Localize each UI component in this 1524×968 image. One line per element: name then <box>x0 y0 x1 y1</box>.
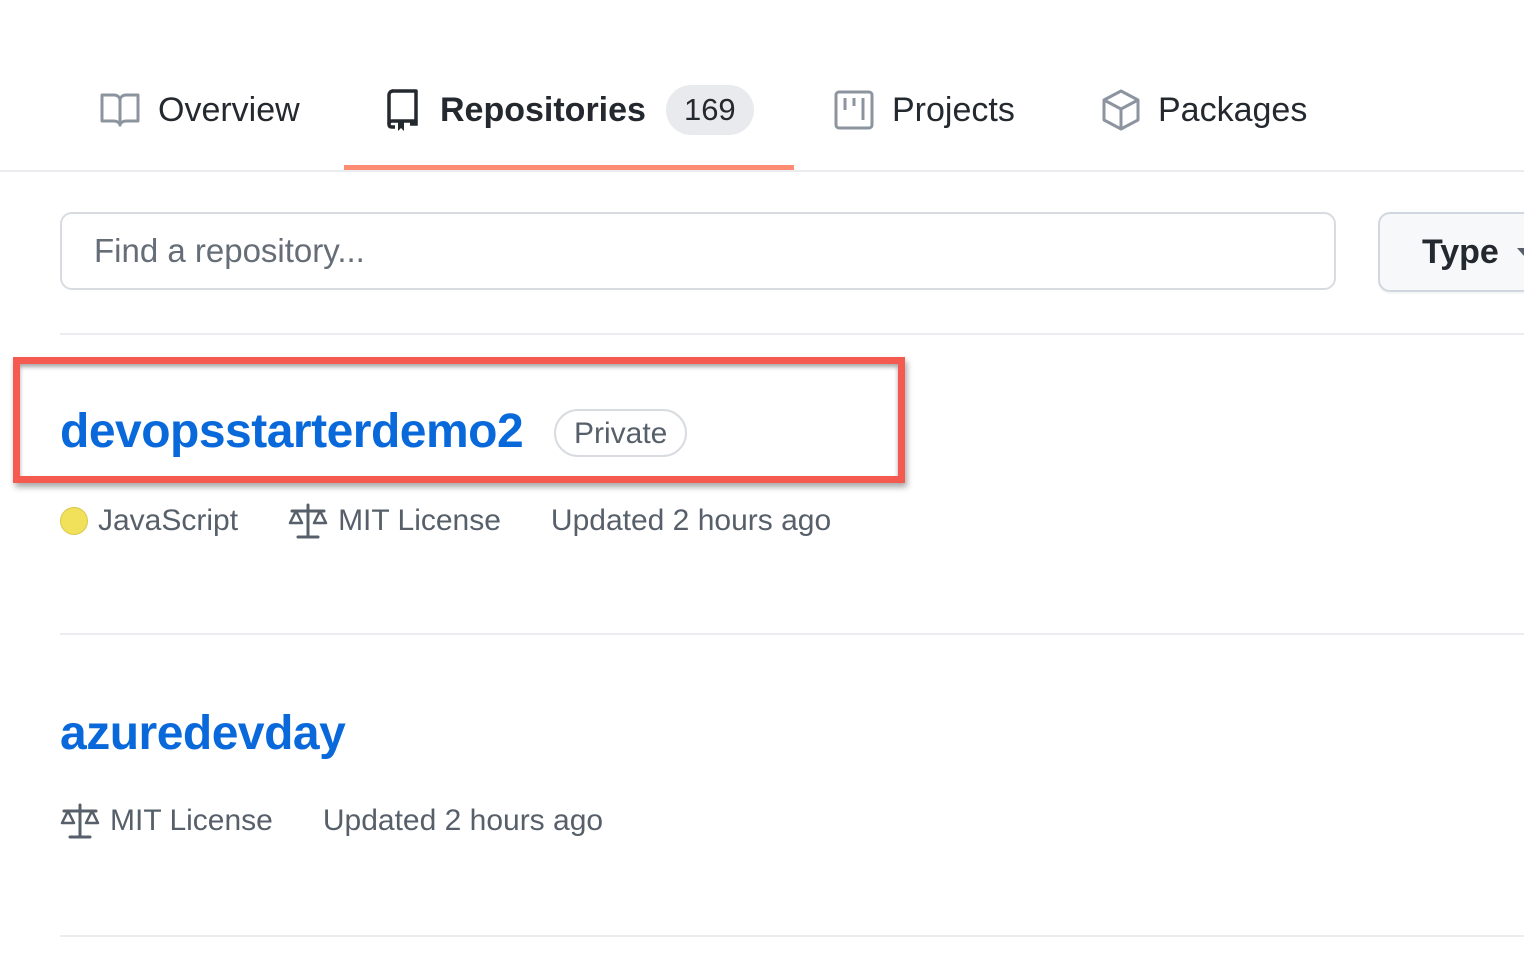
repo-name-link[interactable]: azuredevday <box>60 706 346 761</box>
tab-repositories-label: Repositories <box>440 90 646 129</box>
tab-repositories[interactable]: Repositories 169 <box>386 84 754 136</box>
license-label: MIT License <box>110 804 273 837</box>
project-icon <box>834 90 874 130</box>
tab-projects[interactable]: Projects <box>834 84 1015 136</box>
selected-tab-indicator <box>344 165 794 170</box>
tab-overview[interactable]: Overview <box>100 84 300 136</box>
repo-updated: Updated 2 hours ago <box>550 504 832 537</box>
repo-meta: JavaScript MIT License Updated 2 hours a… <box>60 503 881 539</box>
repositories-count-badge: 169 <box>665 85 754 135</box>
profile-tab-nav: Overview Repositories 169 Projects Packa… <box>0 0 1524 172</box>
repo-updated: Updated 2 hours ago <box>322 804 604 837</box>
tab-projects-label: Projects <box>892 90 1015 129</box>
repo-icon <box>387 89 418 131</box>
list-divider <box>60 935 1524 937</box>
book-icon <box>100 93 140 127</box>
law-scale-icon <box>288 503 328 539</box>
language-label: JavaScript <box>98 504 239 537</box>
repo-license[interactable]: MIT License <box>60 803 273 839</box>
repo-meta: MIT License Updated 2 hours ago <box>60 803 653 839</box>
type-filter-label: Type <box>1422 232 1499 271</box>
chevron-down-icon <box>1516 248 1524 256</box>
type-filter-dropdown[interactable]: Type <box>1378 212 1524 292</box>
repo-name-link[interactable]: devopsstarterdemo2 <box>60 404 524 459</box>
repo-language: JavaScript <box>60 504 238 538</box>
law-scale-icon <box>60 803 100 839</box>
visibility-badge: Private <box>554 409 688 457</box>
license-label: MIT License <box>338 504 501 537</box>
find-repository-input[interactable] <box>60 212 1336 290</box>
list-divider <box>60 333 1524 335</box>
repo-license[interactable]: MIT License <box>288 503 501 539</box>
list-divider <box>60 633 1524 635</box>
language-color-dot <box>60 507 88 535</box>
tab-packages-label: Packages <box>1158 90 1308 129</box>
package-icon <box>1102 89 1140 131</box>
tab-overview-label: Overview <box>158 90 300 129</box>
tab-packages[interactable]: Packages <box>1102 84 1307 136</box>
